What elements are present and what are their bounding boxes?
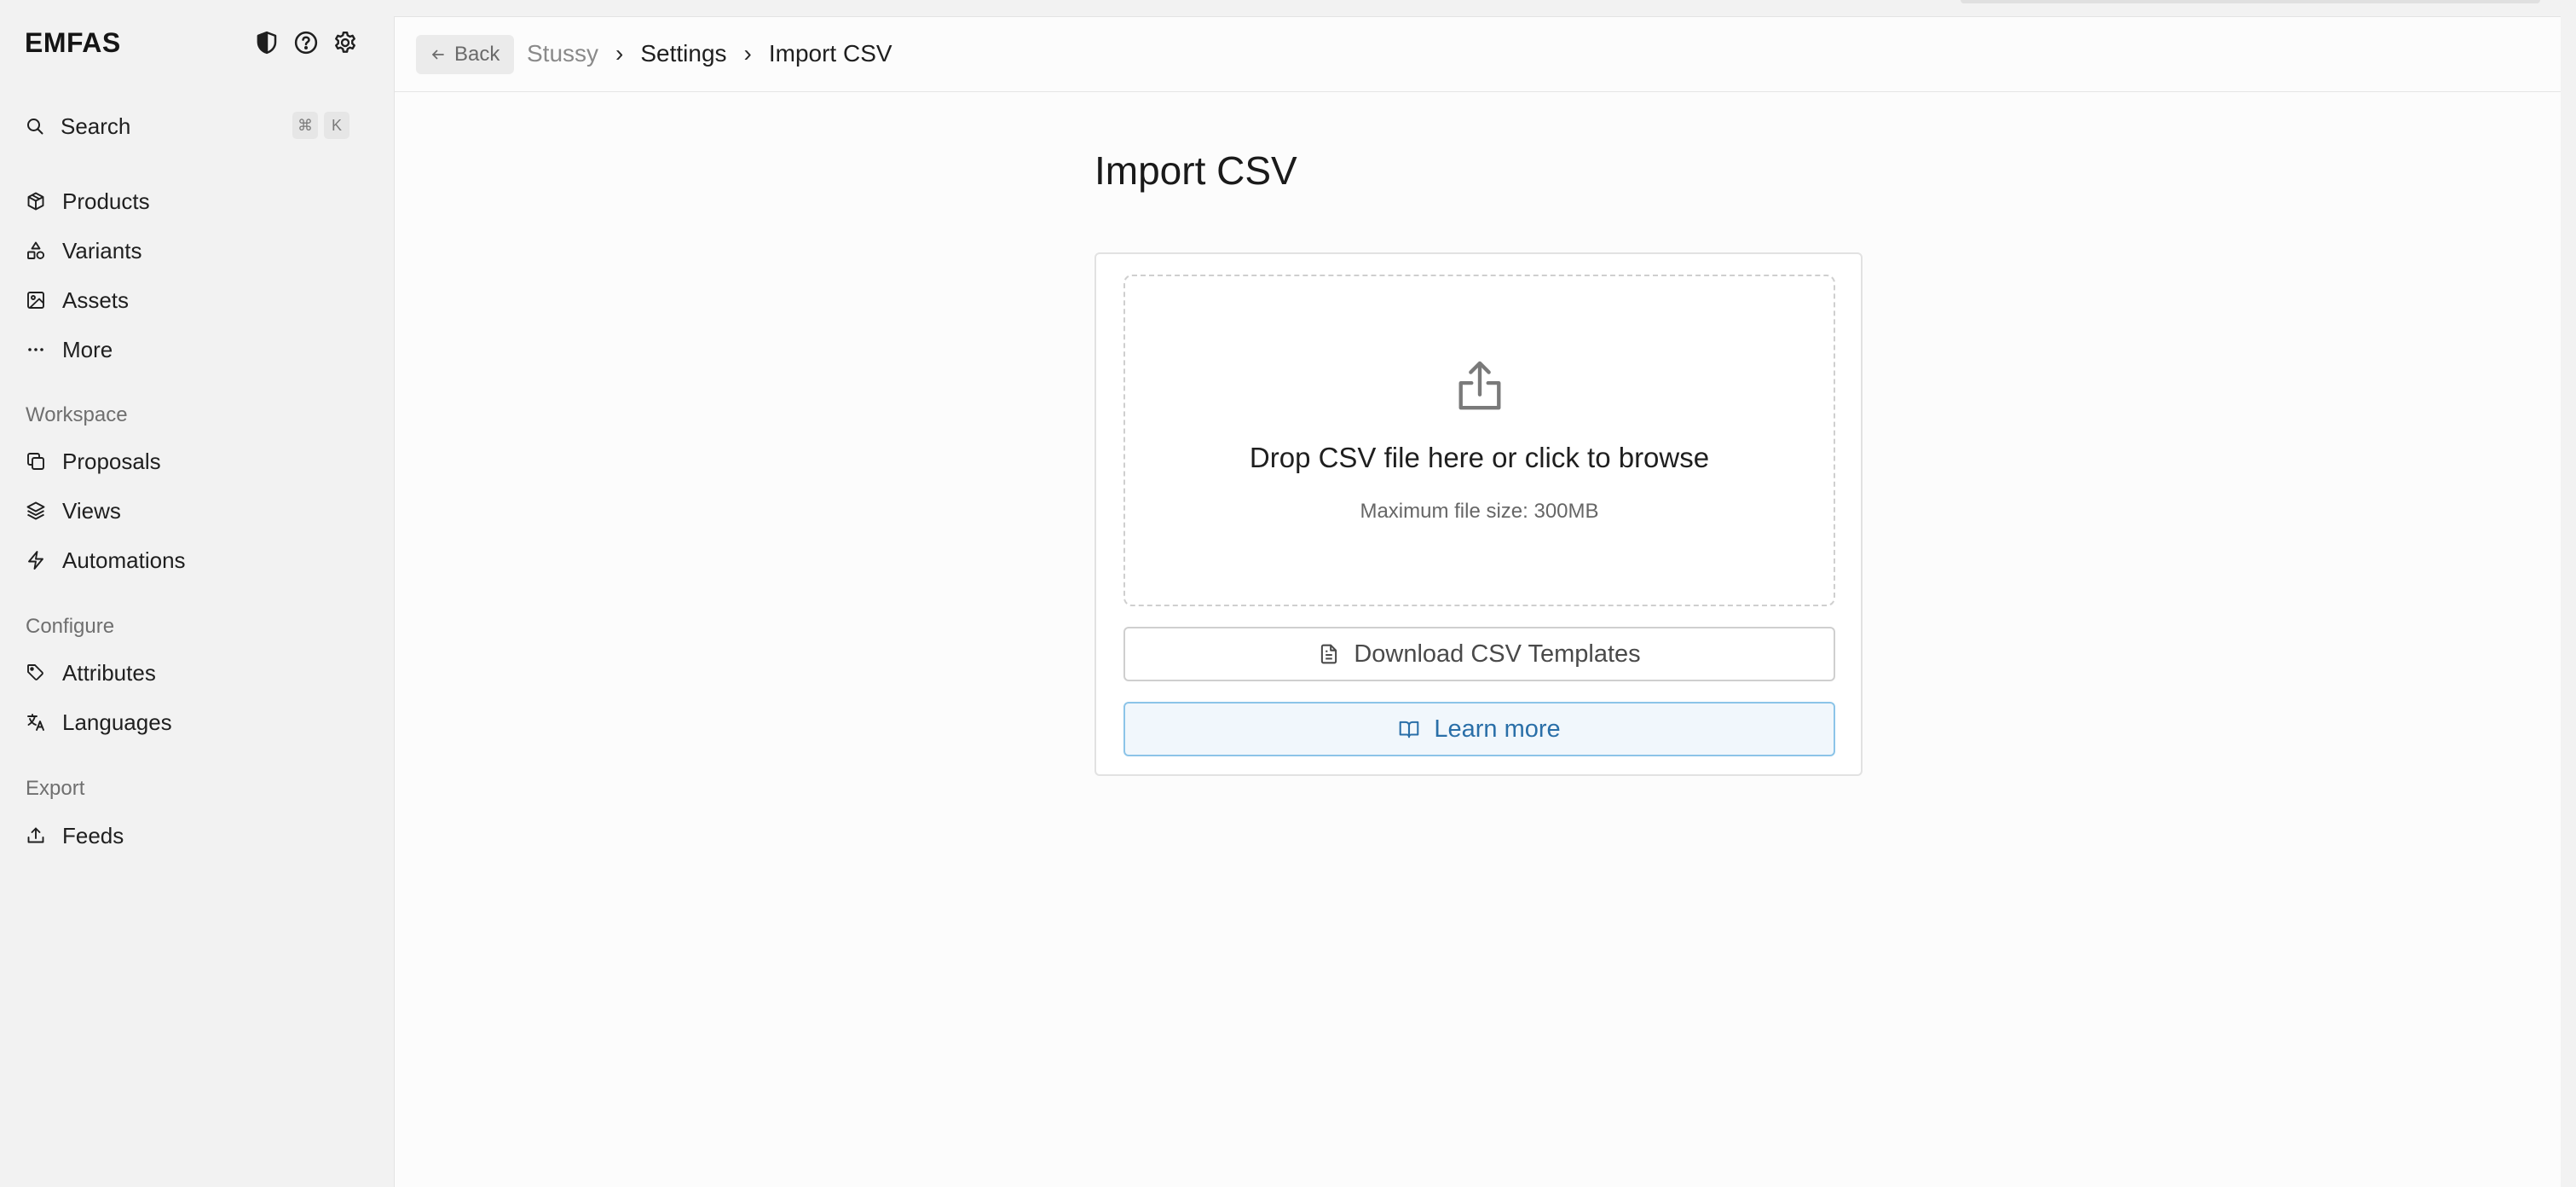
download-button-label: Download CSV Templates [1354,640,1641,668]
sidebar-item-label: Attributes [62,659,156,686]
box-icon [25,190,47,212]
download-csv-templates-button[interactable]: Download CSV Templates [1123,627,1835,681]
section-label-configure: Configure [26,615,115,638]
upload-icon [1458,361,1501,410]
sidebar-item-assets[interactable]: Assets [25,281,366,319]
languages-icon [25,711,47,733]
layers-icon [25,500,47,522]
sidebar-item-label: Assets [62,287,130,313]
sidebar-item-products[interactable]: Products [25,182,366,220]
sidebar-item-label: Feeds [62,822,124,848]
book-open-icon [1400,721,1419,738]
copy-icon [25,450,47,472]
learn-more-button[interactable]: Learn more [1123,702,1835,756]
sidebar-item-languages[interactable]: Languages [25,704,366,741]
help-circle-icon[interactable] [292,29,320,56]
csv-dropzone[interactable]: Drop CSV file here or click to browse Ma… [1123,275,1835,606]
sidebar: EMFAS Search ⌘ K Products Variants Asset… [0,0,394,1187]
zap-icon [25,549,47,571]
import-card: Drop CSV file here or click to browse Ma… [1095,252,1863,776]
shortcut-mod-key: ⌘ [292,112,318,139]
brand-logo[interactable]: EMFAS [25,27,121,59]
sidebar-item-more[interactable]: More [25,331,366,368]
arrow-left-icon [432,49,444,60]
header-icons [253,29,359,56]
file-text-icon [1321,644,1337,664]
sidebar-header: EMFAS [25,26,359,63]
gear-icon[interactable] [332,29,359,56]
sidebar-item-attributes[interactable]: Attributes [25,654,366,692]
sidebar-item-label: Views [62,497,121,524]
back-button[interactable]: Back [416,35,515,74]
topbar: Back Stussy › Settings › Import CSV [395,17,2561,92]
sidebar-item-label: Variants [62,237,142,263]
section-label-export: Export [26,777,85,800]
sidebar-item-proposals[interactable]: Proposals [25,443,366,480]
breadcrumb-settings[interactable]: Settings [640,40,726,67]
upload-icon [25,825,47,847]
shortcut-k-key: K [324,112,349,139]
sidebar-item-feeds[interactable]: Feeds [25,817,366,854]
shapes-icon [25,240,47,262]
sidebar-item-label: Automations [62,547,186,573]
sidebar-item-label: Proposals [62,448,161,474]
breadcrumb-stussy[interactable]: Stussy [527,40,598,67]
sidebar-item-variants[interactable]: Variants [25,232,366,269]
image-icon [25,289,47,311]
search-label: Search [61,113,131,139]
shield-icon[interactable] [253,29,280,56]
dropzone-title: Drop CSV file here or click to browse [1249,442,1710,473]
breadcrumb-separator: › [615,40,624,67]
sidebar-item-label: Products [62,188,150,214]
learn-more-label: Learn more [1434,715,1561,743]
main-panel: Back Stussy › Settings › Import CSV Impo… [394,16,2561,1187]
sidebar-search[interactable]: Search ⌘ K [25,107,349,145]
section-label-workspace: Workspace [26,403,128,426]
top-overlay-edge [1961,0,2540,3]
tags-icon [25,662,47,684]
sidebar-item-automations[interactable]: Automations [25,541,366,579]
search-icon [27,119,43,135]
sidebar-item-views[interactable]: Views [25,492,366,530]
dropzone-max-size: Maximum file size: 300MB [1360,500,1599,523]
breadcrumb-current: Import CSV [768,40,892,67]
app-window: EMFAS Search ⌘ K Products Variants Asset… [0,0,2576,1187]
sidebar-item-label: More [62,336,113,362]
sidebar-item-label: Languages [62,709,172,735]
page-title: Import CSV [1095,148,1297,193]
back-label: Back [454,43,500,66]
breadcrumb-separator: › [743,40,752,67]
ellipsis-icon [25,339,47,361]
breadcrumb: Stussy › Settings › Import CSV [527,40,892,67]
